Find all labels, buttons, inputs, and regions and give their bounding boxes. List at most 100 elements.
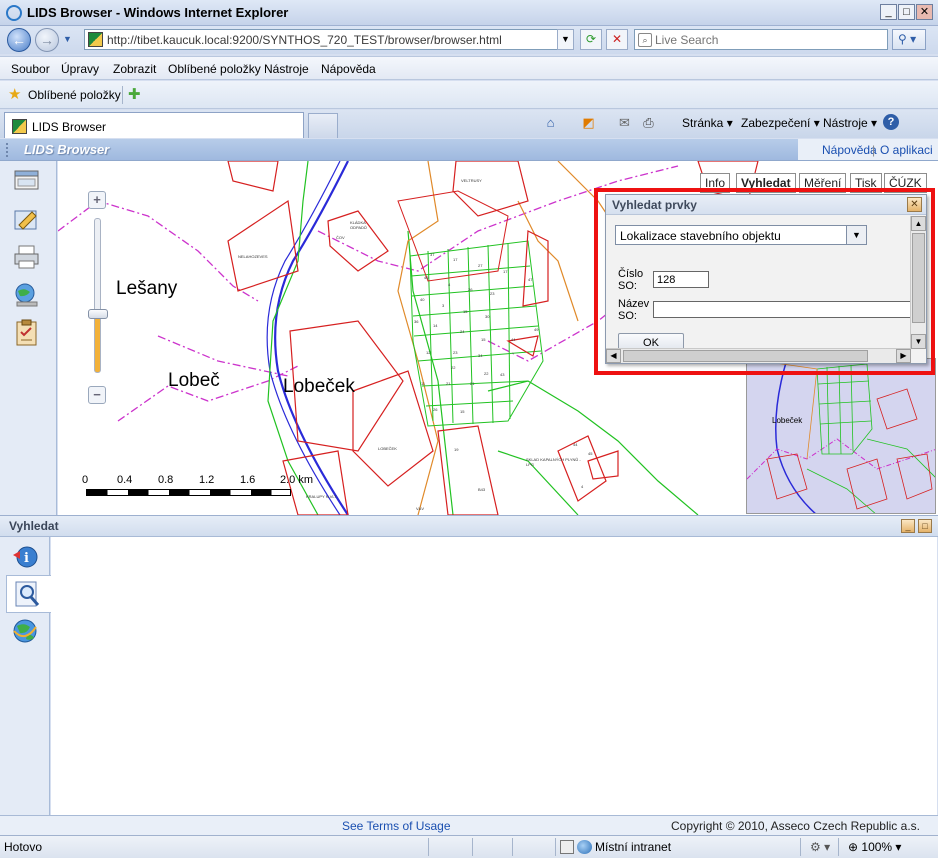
panel-restore-button[interactable]: □	[918, 519, 932, 533]
ie-logo-icon	[6, 5, 22, 21]
address-dropdown-button[interactable]: ▼	[557, 29, 574, 50]
live-search-box[interactable]: ⌕	[634, 29, 888, 50]
refresh-button[interactable]: ⟳	[580, 29, 602, 50]
page-menu[interactable]: Stránka ▾	[682, 116, 733, 130]
home-icon[interactable]: ⌂	[542, 114, 559, 131]
menu-napoveda[interactable]: Nápověda	[321, 62, 376, 76]
dialog-vertical-scrollbar[interactable]: ▲ ▼	[910, 216, 926, 349]
map-label-skladka: KLÁDKA ODPADŮ	[350, 220, 367, 230]
scroll-down-icon[interactable]: ▼	[911, 334, 926, 349]
security-menu-label: Zabezpečení	[741, 116, 811, 130]
history-dropdown-icon[interactable]: ▼	[63, 34, 72, 44]
about-link[interactable]: O aplikaci	[880, 143, 933, 157]
tab-lids-browser[interactable]: LIDS Browser	[4, 112, 304, 138]
chevron-down-icon[interactable]: ▼	[846, 226, 866, 244]
search-tool-icon[interactable]	[6, 575, 51, 613]
checklist-icon[interactable]	[12, 319, 42, 347]
search-type-select[interactable]: Lokalizace stavebního objektu ▼	[615, 225, 867, 245]
scroll-right-icon[interactable]: ▶	[896, 349, 911, 363]
stop-button[interactable]: ✕	[606, 29, 628, 50]
minimize-button[interactable]: _	[880, 4, 897, 20]
svg-text:B43: B43	[478, 487, 486, 492]
scroll-up-icon[interactable]: ▲	[911, 216, 926, 231]
forward-button[interactable]: →	[35, 28, 59, 52]
address-url[interactable]: http://tibet.kaucuk.local:9200/SYNTHOS_7…	[107, 33, 502, 47]
scale-bar-graphic	[86, 489, 291, 496]
overview-label: Lobeček	[772, 416, 803, 425]
menu-nastroje[interactable]: Nástroje	[264, 62, 309, 76]
svg-text:21: 21	[446, 381, 451, 386]
svg-text:19: 19	[454, 447, 459, 452]
print-icon[interactable]: ⎙	[640, 114, 657, 131]
globe-icon[interactable]	[10, 617, 40, 645]
overview-map[interactable]: Lobeček	[746, 358, 936, 514]
security-zone[interactable]: Místní intranet	[595, 840, 671, 854]
favorites-star-icon[interactable]: ★	[8, 87, 21, 102]
back-button[interactable]: ←	[7, 28, 31, 52]
svg-text:26: 26	[468, 287, 473, 292]
scale-tick: 1.6	[240, 474, 256, 486]
tab-label: LIDS Browser	[32, 120, 107, 134]
scale-bar: 0 0.4 0.8 1.2 1.6 2.0 km	[82, 474, 313, 500]
horizontal-scroll-thumb[interactable]	[623, 350, 868, 362]
dialog-close-button[interactable]: ✕	[907, 197, 922, 212]
cislo-so-input[interactable]	[653, 271, 709, 288]
panel-minimize-button[interactable]: _	[901, 519, 915, 533]
svg-text:12: 12	[426, 350, 431, 355]
menu-soubor[interactable]: Soubor	[11, 62, 50, 76]
menu-zobrazit[interactable]: Zobrazit	[113, 62, 156, 76]
live-search-input[interactable]	[655, 32, 880, 47]
dialog-horizontal-scrollbar[interactable]: ◀ ▶	[606, 348, 911, 363]
zoom-slider-handle[interactable]	[88, 309, 108, 320]
app-footer: See Terms of Usage Copyright © 2010, Ass…	[0, 815, 938, 835]
menu-upravy[interactable]: Úpravy	[61, 62, 99, 76]
new-tab-button[interactable]	[308, 113, 338, 138]
app-header: LIDS Browser Nápověda | O aplikaci	[0, 139, 938, 161]
maximize-button[interactable]: □	[898, 4, 915, 20]
info-icon[interactable]: i	[10, 543, 40, 571]
address-bar[interactable]: http://tibet.kaucuk.local:9200/SYNTHOS_7…	[84, 29, 574, 50]
menu-oblibene[interactable]: Oblíbené položky	[168, 62, 261, 76]
close-window-button[interactable]: ✕	[916, 4, 933, 20]
map-label-lobecek-area: LOBEČEK	[378, 446, 397, 451]
scroll-left-icon[interactable]: ◀	[606, 349, 621, 363]
terms-link[interactable]: See Terms of Usage	[342, 819, 451, 833]
layers-icon[interactable]	[12, 167, 42, 195]
print-map-icon[interactable]	[12, 243, 42, 271]
grip-icon	[6, 143, 10, 157]
svg-text:14: 14	[433, 323, 438, 328]
trust-icon[interactable]: ⚙ ▾	[810, 840, 830, 854]
status-text: Hotovo	[4, 840, 43, 854]
intranet-globe-icon	[577, 840, 592, 854]
rss-feed-icon[interactable]: ◩	[580, 114, 597, 131]
map-label-cov: ČOV	[336, 235, 345, 240]
vertical-scroll-thumb[interactable]	[912, 233, 925, 323]
svg-text:15: 15	[481, 337, 486, 342]
nazev-so-input[interactable]	[653, 301, 911, 318]
status-divider	[555, 838, 556, 856]
window-title: LIDS Browser - Windows Internet Explorer	[27, 5, 289, 20]
field-label-nazev: Název SO:	[618, 298, 650, 322]
zoom-slider-track[interactable]	[94, 218, 101, 373]
add-favorite-icon[interactable]: ✚	[128, 87, 141, 102]
zoom-out-button[interactable]: −	[88, 386, 106, 404]
svg-text:22: 22	[451, 365, 456, 370]
place-label-lesany: Lešany	[116, 278, 178, 299]
search-go-button[interactable]: ⚲ ▾	[892, 29, 926, 50]
scale-tick: 0	[82, 474, 89, 486]
protected-mode-icon	[560, 840, 574, 854]
help-link[interactable]: Nápověda	[822, 143, 877, 157]
security-menu[interactable]: Zabezpečení ▾	[741, 116, 820, 130]
favorites-label[interactable]: Oblíbené položky	[28, 88, 121, 102]
globe-search-icon[interactable]	[12, 281, 42, 309]
help-icon[interactable]: ?	[883, 114, 899, 130]
edit-map-icon[interactable]	[12, 205, 42, 233]
dialog-titlebar[interactable]: Vyhledat prvky ✕	[606, 195, 926, 215]
dialog-title: Vyhledat prvky	[612, 198, 697, 212]
mail-icon[interactable]: ✉	[616, 114, 633, 131]
svg-text:44: 44	[573, 442, 578, 447]
ok-button[interactable]: OK	[618, 333, 684, 349]
zoom-in-button[interactable]: +	[88, 191, 106, 209]
tools-menu[interactable]: Nástroje ▾	[823, 116, 877, 130]
zoom-level-status[interactable]: ⊕ 100% ▾	[848, 840, 901, 854]
